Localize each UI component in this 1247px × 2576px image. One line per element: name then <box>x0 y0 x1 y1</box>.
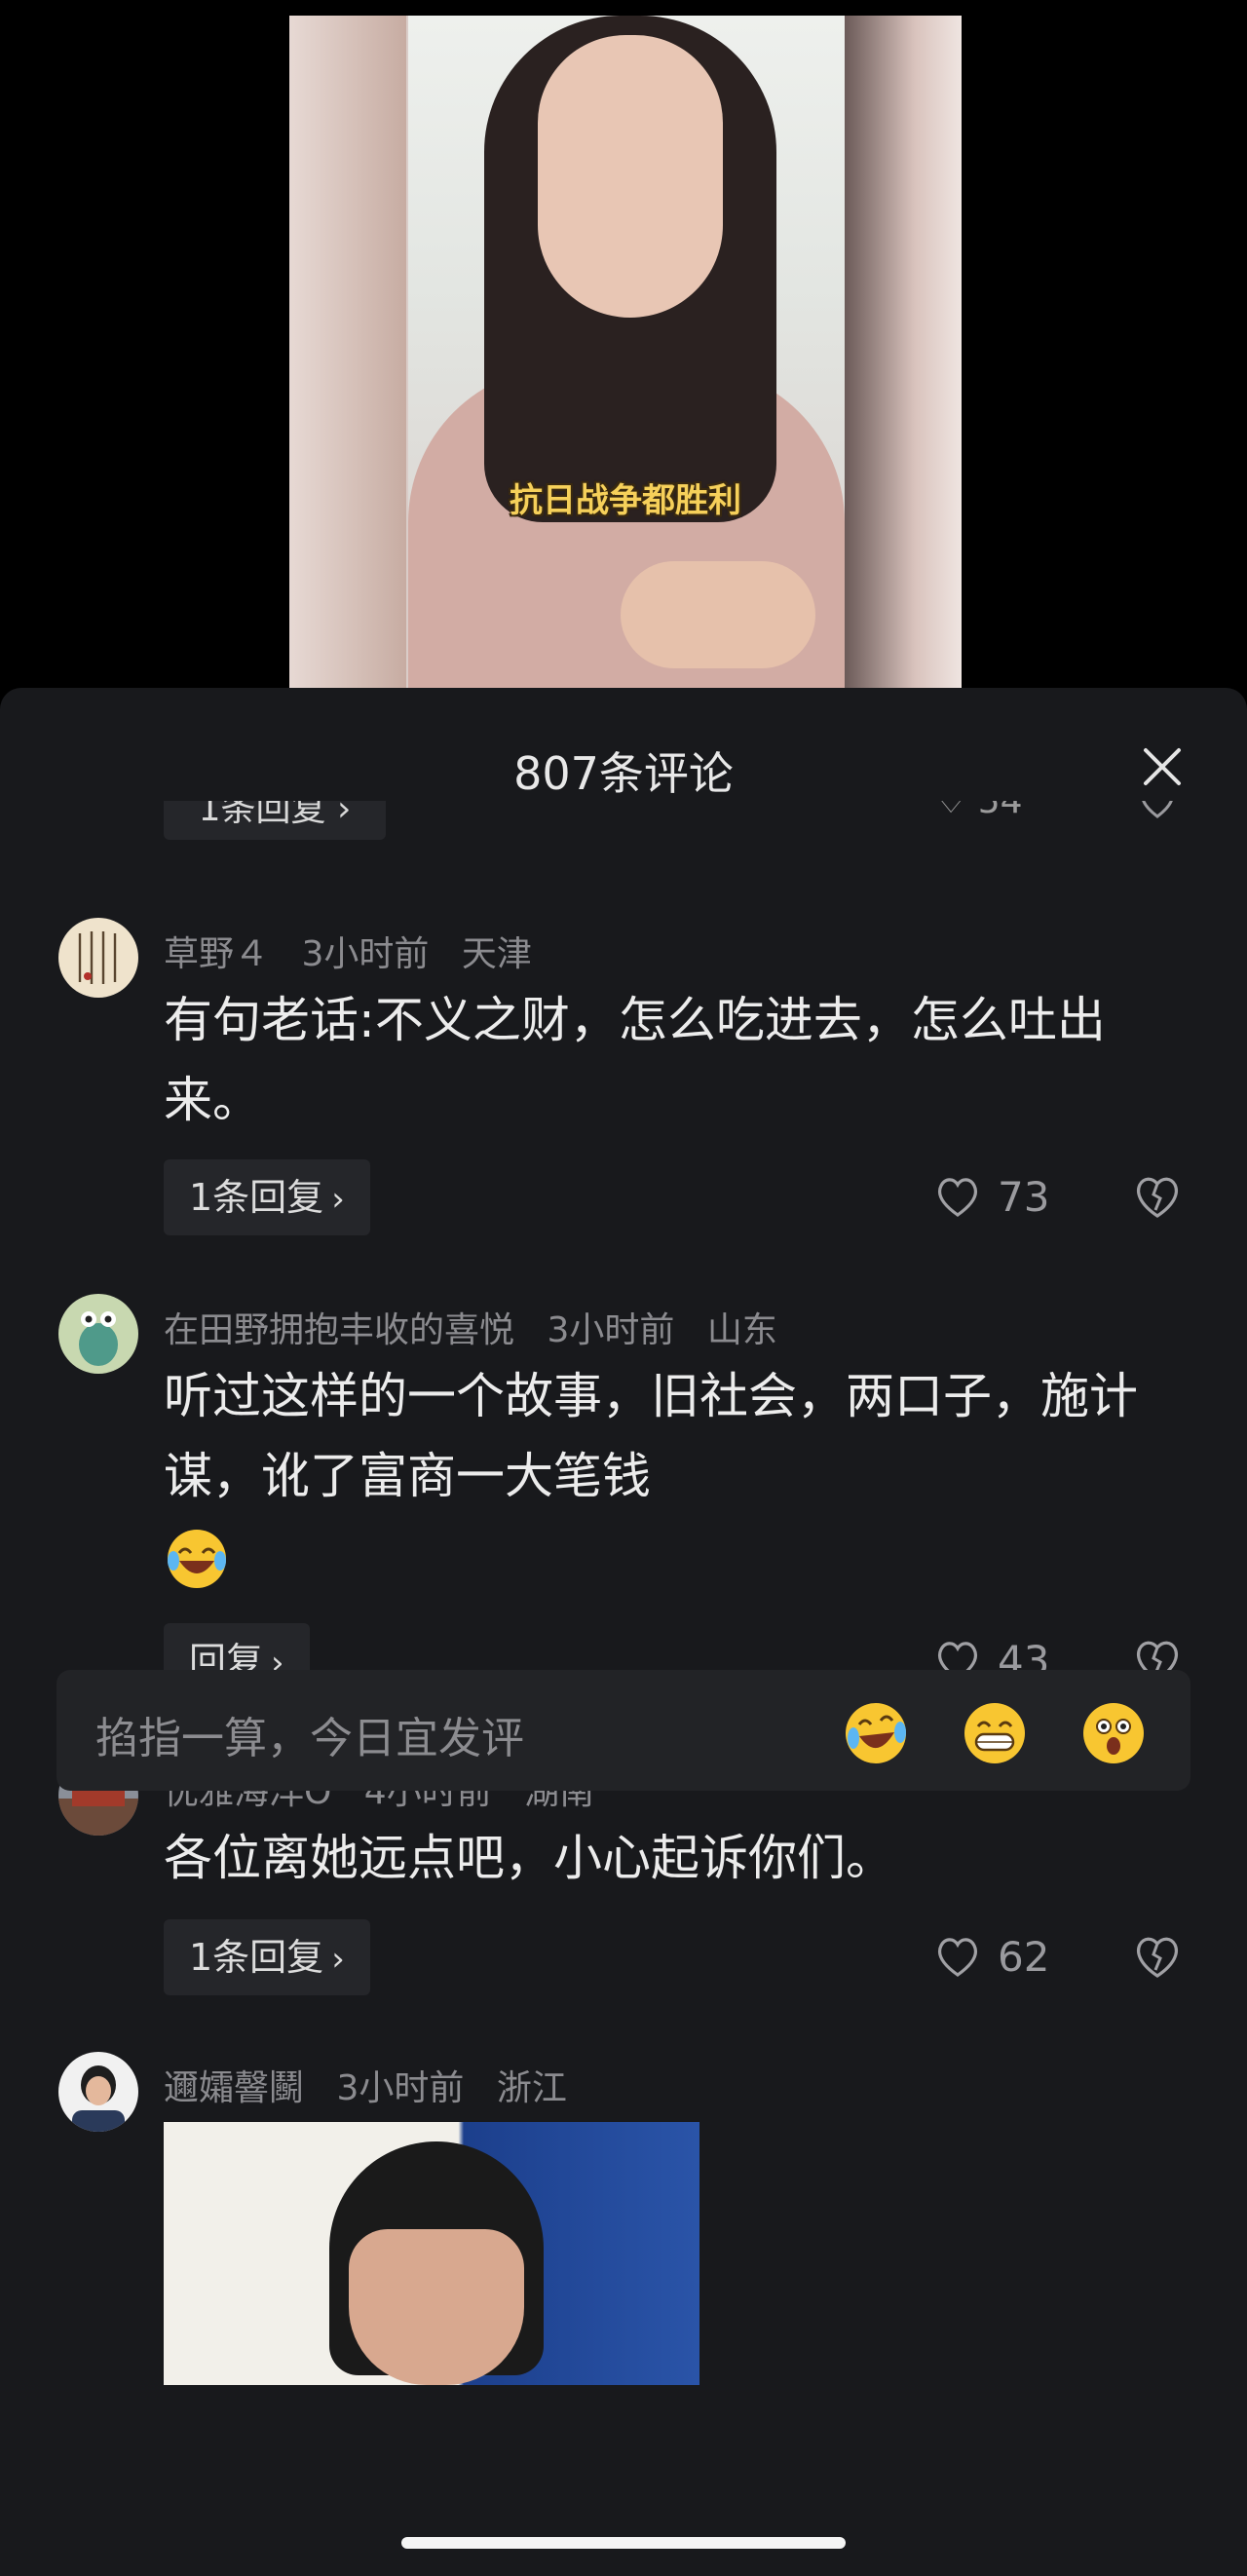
avatar[interactable] <box>58 918 138 998</box>
heart-icon <box>937 1938 978 1977</box>
comment-username[interactable]: 草野４ <box>164 934 269 974</box>
surprised-emoji-icon[interactable] <box>1079 1699 1148 1767</box>
comment-text: 各位离她远点吧，小心起诉你们。 <box>164 1830 894 1886</box>
like-count: 73 <box>998 1172 1050 1221</box>
avatar[interactable] <box>58 2052 138 2132</box>
video-blur-right <box>845 16 962 688</box>
comment-input-placeholder: 掐指一算，今日宜发评 <box>95 1714 524 1763</box>
chevron-right-icon: › <box>331 1940 345 1979</box>
like-button[interactable]: 73 <box>933 1167 1049 1226</box>
like-button[interactable]: 62 <box>933 1927 1049 1986</box>
comment-text: 有句老话:不义之财，怎么吃进去，怎么吐出来。 <box>164 992 1106 1128</box>
chevron-right-icon: › <box>331 1180 345 1219</box>
reply-button[interactable]: 1条回复 › <box>164 1159 370 1235</box>
previous-comment-actions: 1条回复 › ♡ 54 <box>0 801 1247 848</box>
video-blur-left <box>289 16 406 688</box>
comment-time: 3小时前 <box>336 2068 465 2108</box>
previous-like-button[interactable]: ♡ 54 <box>935 801 1023 821</box>
video-player[interactable]: 抗日战争都胜利 <box>289 16 962 688</box>
comment-time: 3小时前 <box>301 934 430 974</box>
laughing-tears-emoji-icon <box>168 1530 226 1588</box>
comment-meta: 草野４ 3小时前 天津 <box>164 926 553 976</box>
comment-location: 浙江 <box>496 2068 567 2108</box>
previous-reply-button[interactable]: 1条回复 › <box>164 801 386 840</box>
image-person-face <box>349 2229 524 2385</box>
heart-icon <box>937 1178 978 1217</box>
video-caption: 抗日战争都胜利 <box>510 481 741 520</box>
comment-count-title: 807条评论 <box>513 747 734 800</box>
avatar[interactable] <box>58 1294 138 1374</box>
person-face <box>538 35 723 318</box>
laughing-rolling-emoji-icon[interactable] <box>842 1699 910 1767</box>
comment-username[interactable]: 邇孀韾鬬 <box>164 2068 304 2108</box>
comment-image[interactable] <box>164 2122 699 2385</box>
comment-location: 山东 <box>706 1310 777 1350</box>
like-count: 62 <box>998 1932 1050 1981</box>
grinning-emoji-icon[interactable] <box>961 1699 1029 1767</box>
close-icon[interactable] <box>1138 742 1187 791</box>
comment-meta: 在田野拥抱丰收的喜悦 3小时前 山东 <box>164 1302 799 1352</box>
person-hand <box>621 561 815 668</box>
dislike-icon[interactable] <box>1130 1169 1185 1224</box>
previous-dislike-icon[interactable] <box>1136 801 1179 822</box>
comment-location: 天津 <box>461 934 532 974</box>
dislike-icon[interactable] <box>1130 1929 1185 1984</box>
comment-time: 3小时前 <box>547 1310 675 1350</box>
comment-username[interactable]: 在田野拥抱丰收的喜悦 <box>164 1310 514 1350</box>
reply-button[interactable]: 1条回复 › <box>164 1919 370 1995</box>
home-indicator[interactable] <box>401 2537 846 2549</box>
comment-meta: 邇孀韾鬬 3小时前 浙江 <box>164 2060 588 2110</box>
comment-text: 听过这样的一个故事，旧社会，两口子，施计谋，讹了富商一大笔钱 <box>164 1368 1138 1504</box>
comment-input-bar[interactable]: 掐指一算，今日宜发评 <box>57 1670 1190 1791</box>
comment-sheet: 807条评论 1条回复 › ♡ 54 草野４ 3小时前 天津 有句老话:不义之财… <box>0 688 1247 2576</box>
